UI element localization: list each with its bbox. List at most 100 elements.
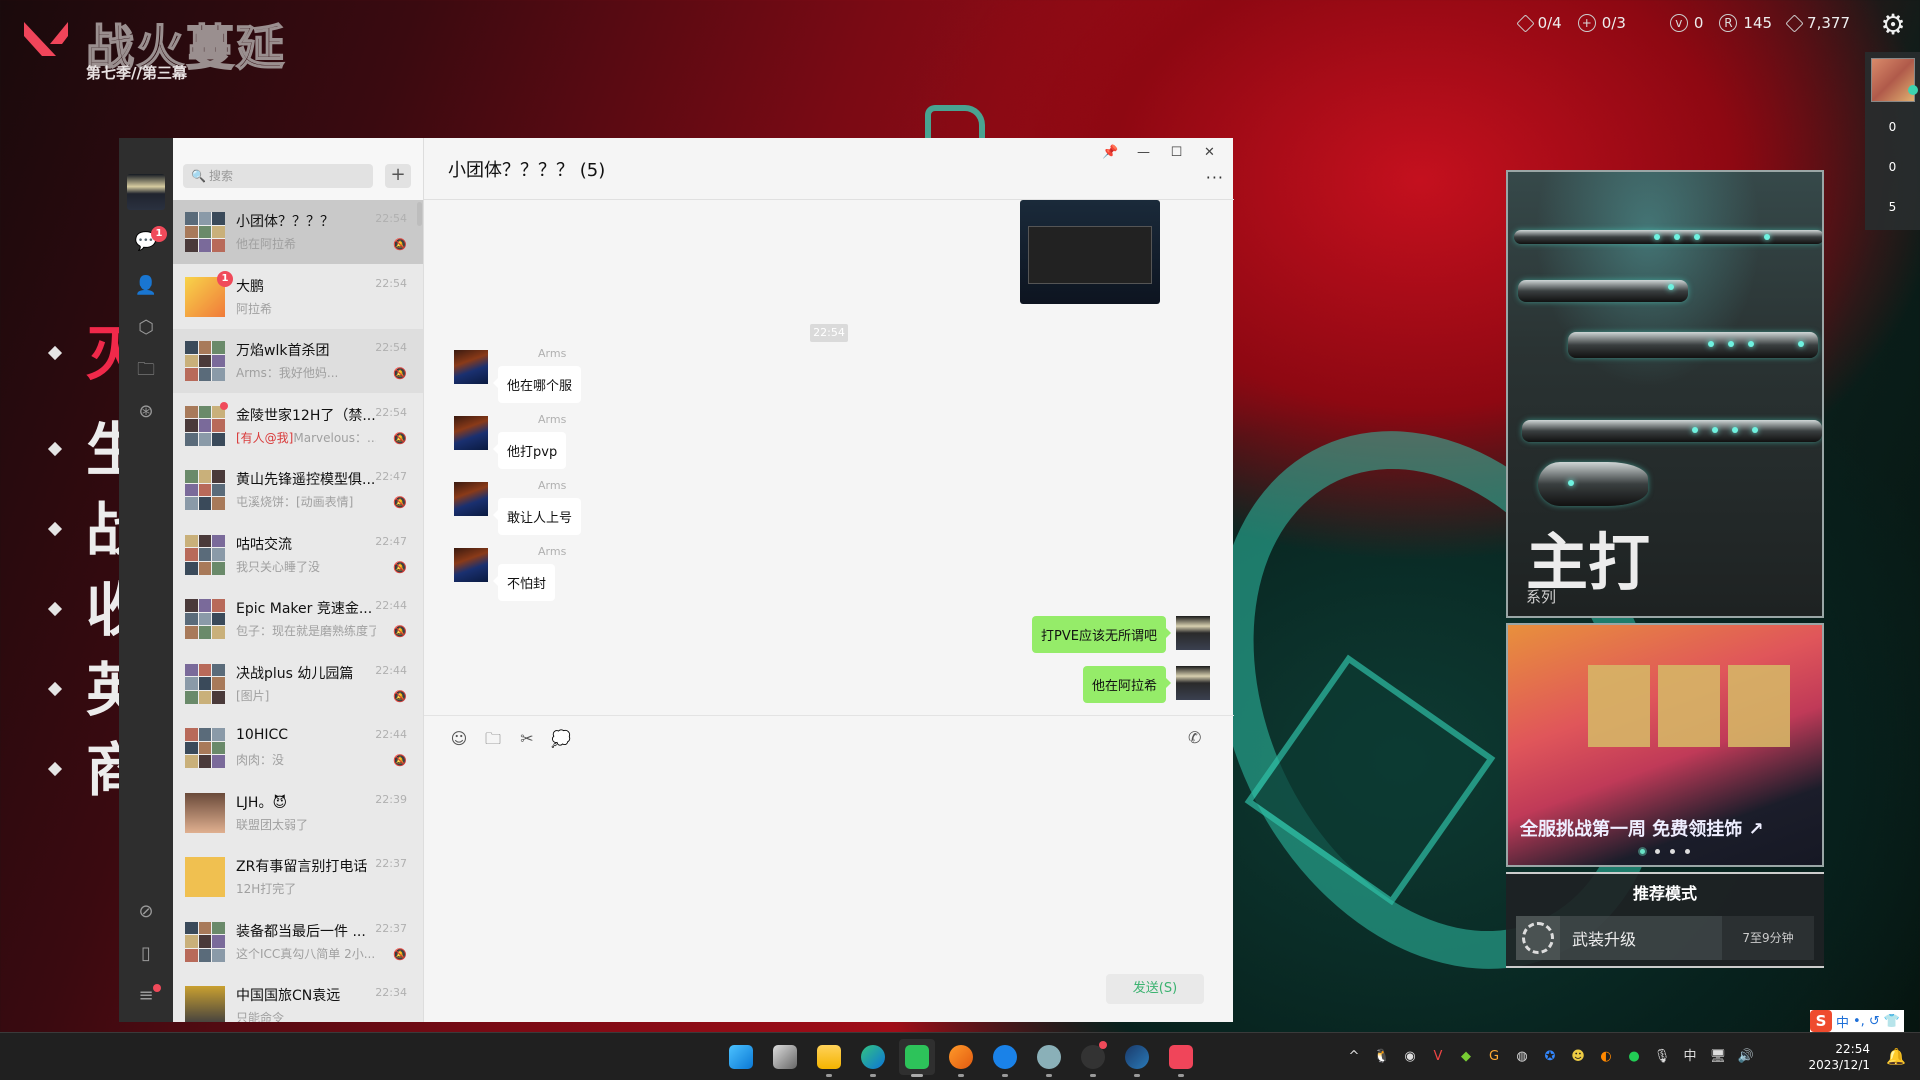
phone-device-icon[interactable]: ▯ xyxy=(132,942,160,966)
files-folder-icon[interactable]: 🗀 xyxy=(132,358,160,382)
send-button[interactable]: 发送(S) xyxy=(1106,974,1204,1004)
taskbar-squirtle-app[interactable] xyxy=(1031,1039,1067,1077)
taskbar-edge[interactable] xyxy=(855,1039,891,1077)
ime-language-indicator[interactable]: 中 xyxy=(1681,1048,1699,1066)
chat-list-item[interactable]: ZR有事留言别打电话 12H打完了 22:37 xyxy=(173,845,423,909)
chat-list-item[interactable]: 小团体？？？？ 他在阿拉希 22:54 🔕 xyxy=(173,200,423,264)
battlenet-tray-icon[interactable]: ✪ xyxy=(1541,1048,1559,1066)
stat-valorant-points[interactable]: v0 xyxy=(1669,14,1703,32)
my-message-bubble[interactable]: 他在阿拉希 xyxy=(1082,666,1172,703)
sender-avatar[interactable] xyxy=(454,350,488,384)
ime-toolbar[interactable]: S 中 •, ↺ 👕 xyxy=(1810,1010,1904,1032)
stat-missions[interactable]: 0/4 xyxy=(1515,13,1562,33)
ime-voice[interactable]: ↺ xyxy=(1869,1014,1880,1029)
settings-gear-icon[interactable]: ⚙ xyxy=(1878,10,1908,40)
taskbar-wechat[interactable] xyxy=(899,1039,935,1077)
qq-tray-icon[interactable]: 🐧 xyxy=(1373,1048,1391,1066)
taskbar-windows-start[interactable] xyxy=(723,1039,759,1075)
carousel-dot[interactable] xyxy=(1655,849,1660,854)
featured-bundle-card[interactable]: 主打 系列 xyxy=(1506,170,1824,618)
volume-icon[interactable]: 🔊 xyxy=(1737,1048,1755,1066)
ime-punctuation[interactable]: •, xyxy=(1853,1014,1865,1029)
friend-count[interactable]: 5 xyxy=(1865,200,1920,214)
sender-avatar[interactable] xyxy=(454,548,488,582)
steam-tray-icon[interactable]: ◍ xyxy=(1513,1048,1531,1066)
new-chat-button[interactable]: + xyxy=(385,164,411,188)
recommended-mode-button[interactable]: 武装升级 7至9分钟 xyxy=(1516,916,1814,960)
carousel-dot[interactable] xyxy=(1685,849,1690,854)
show-hidden-icons-chevron-icon[interactable]: ^ xyxy=(1345,1048,1363,1066)
game-tray-icon[interactable]: G xyxy=(1485,1048,1503,1066)
stat-kingdom-credits[interactable]: 7,377 xyxy=(1785,13,1850,33)
chat-list-item[interactable]: 大鹏 阿拉希 22:54 1 xyxy=(173,265,423,329)
chat-list-item[interactable]: 黄山先锋遥控模型俱... 屯溪烧饼：[动画表情] 22:47 🔕 xyxy=(173,458,423,522)
notification-bell-icon[interactable]: 🔔 xyxy=(1886,1047,1906,1066)
microphone-icon[interactable]: 🎙 xyxy=(1653,1048,1671,1066)
minimize-icon[interactable]: — xyxy=(1127,142,1160,164)
chat-list-item[interactable]: 中国国旅CN袁远 只能命令 22:34 xyxy=(173,974,423,1022)
maximize-icon[interactable]: ☐ xyxy=(1160,142,1193,164)
message-bubble[interactable]: 他在哪个服 xyxy=(492,366,582,403)
taskbar-battle-net[interactable] xyxy=(987,1039,1023,1077)
contacts-icon[interactable]: 👤 xyxy=(132,274,160,298)
chat-list-scrollbar[interactable] xyxy=(417,202,422,226)
carousel-dot[interactable] xyxy=(1640,849,1645,854)
taskbar-steam[interactable] xyxy=(1119,1039,1155,1077)
chat-list-item[interactable]: LJH。😈 联盟团太弱了 22:39 xyxy=(173,781,423,845)
chat-list-item[interactable]: 10HICC 肉肉：没 22:44 🔕 xyxy=(173,716,423,780)
chat-history-icon[interactable]: 💭 xyxy=(550,728,572,750)
my-message-bubble[interactable]: 打PVE应该无所谓吧 xyxy=(1032,616,1171,653)
taskbar-file-explorer[interactable] xyxy=(811,1039,847,1077)
ime-skin[interactable]: 👕 xyxy=(1884,1014,1900,1029)
sender-avatar[interactable] xyxy=(454,416,488,450)
valorant-logo-icon[interactable] xyxy=(22,18,70,58)
taskbar-apps xyxy=(723,1039,1199,1077)
system-clock[interactable]: 22:54 2023/12/1 xyxy=(1808,1041,1870,1073)
network-icon[interactable]: 🖥 xyxy=(1709,1048,1727,1066)
chat-list-item[interactable]: Epic Maker 竞速金... 包子：现在就是磨熟练度了 22:44 🔕 xyxy=(173,587,423,651)
my-avatar[interactable] xyxy=(127,174,165,210)
more-options-icon[interactable]: ··· xyxy=(1206,168,1224,187)
voice-call-icon[interactable]: ✆ xyxy=(1188,728,1210,750)
screenshot-scissors-icon[interactable]: ✂ xyxy=(516,728,538,750)
nvidia-tray-icon[interactable]: ◆ xyxy=(1457,1048,1475,1066)
emoji-icon[interactable]: ☺ xyxy=(448,728,470,750)
close-icon[interactable]: ✕ xyxy=(1193,142,1226,164)
ime-lang[interactable]: 中 xyxy=(1836,1012,1849,1031)
event-promo-card[interactable]: 全服挑战第一周 免费领挂饰 ↗ xyxy=(1506,623,1824,867)
message-input-area[interactable]: ☺ 🗀 ✂ 💭 ✆ 发送(S) xyxy=(424,715,1234,1022)
image-message[interactable] xyxy=(1020,200,1160,304)
taskbar-task-view[interactable] xyxy=(767,1039,803,1075)
taskbar-obs[interactable] xyxy=(1075,1039,1111,1077)
chat-list-item[interactable]: 决战plus 幼儿园篇 [图片] 22:44 🔕 xyxy=(173,652,423,716)
moments-aperture-icon[interactable]: ⊛ xyxy=(132,400,160,424)
stat-weekly[interactable]: +0/3 xyxy=(1577,14,1626,32)
friend-count[interactable]: 0 xyxy=(1865,120,1920,134)
obs-tray-icon[interactable]: ◉ xyxy=(1401,1048,1419,1066)
carousel-dot[interactable] xyxy=(1670,849,1675,854)
player-avatar[interactable] xyxy=(1871,58,1918,102)
valorant-tray-icon[interactable]: V xyxy=(1429,1048,1447,1066)
stat-radianite[interactable]: R 145 xyxy=(1719,14,1772,32)
message-bubble[interactable]: 他打pvp xyxy=(492,432,567,469)
pin-icon[interactable]: 📌 xyxy=(1094,142,1127,164)
favorites-box-icon[interactable]: ⬡ xyxy=(132,316,160,340)
chat-list-item[interactable]: 金陵世家12H了（禁... [有人@我]Marvelous：... 22:54 🔕 xyxy=(173,394,423,458)
file-folder-icon[interactable]: 🗀 xyxy=(482,728,504,750)
leigod-tray-icon[interactable]: ◐ xyxy=(1597,1048,1615,1066)
taskbar-valorant[interactable] xyxy=(1163,1039,1199,1077)
taskbar-leigod[interactable] xyxy=(943,1039,979,1077)
chat-list-item[interactable]: 装备都当最后一件 ... 这个ICC真勾八简单 2小... 22:37 🔕 xyxy=(173,910,423,974)
sender-avatar[interactable] xyxy=(454,482,488,516)
search-input[interactable]: 🔍 搜索 xyxy=(183,164,373,188)
mini-programs-icon[interactable]: ⊘ xyxy=(132,900,160,924)
chat-list-item[interactable]: 咕咕交流 我只关心睡了没 22:47 🔕 xyxy=(173,523,423,587)
message-bubble[interactable]: 不怕封 xyxy=(492,564,556,601)
my-avatar[interactable] xyxy=(1176,616,1210,650)
pet-tray-icon[interactable]: ☻ xyxy=(1569,1048,1587,1066)
chat-list-item[interactable]: 万焰wlk首杀团 Arms：我好他妈... 22:54 🔕 xyxy=(173,329,423,393)
my-avatar[interactable] xyxy=(1176,666,1210,700)
message-bubble[interactable]: 敢让人上号 xyxy=(492,498,582,535)
friend-count[interactable]: 0 xyxy=(1865,160,1920,174)
wechat-tray-icon[interactable]: ● xyxy=(1625,1048,1643,1066)
